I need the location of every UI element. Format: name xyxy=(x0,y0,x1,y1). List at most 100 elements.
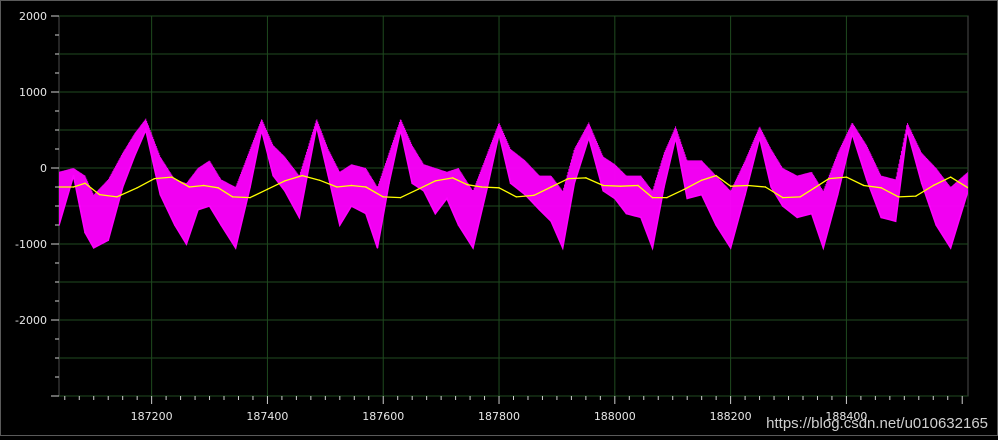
x-tick-labels: 187200 187400 187600 187800 188000 188200 1884… xyxy=(131,410,868,423)
series-2-point xyxy=(567,177,570,180)
series-1-point xyxy=(796,216,799,219)
series-2-point xyxy=(813,187,816,189)
series-1-point xyxy=(399,129,402,131)
series-2-point xyxy=(932,184,934,187)
series-2-point xyxy=(799,196,801,198)
series-1-point xyxy=(145,129,147,131)
x-tick-label: 187200 xyxy=(131,410,173,423)
series-1-point xyxy=(851,133,854,135)
series-2-point xyxy=(72,186,75,188)
series-1-point xyxy=(614,197,616,200)
series-1-point xyxy=(272,174,275,177)
series-2-point xyxy=(399,196,402,199)
series-2-point xyxy=(602,184,604,187)
series-2-point xyxy=(249,196,251,199)
series-2-point xyxy=(897,196,900,198)
series-2-point xyxy=(84,182,86,184)
series-2-point xyxy=(434,180,437,182)
series-1-point xyxy=(121,186,124,188)
series-2-point xyxy=(98,193,101,196)
series-1-point xyxy=(133,155,136,158)
y-tick-label: -2000 xyxy=(15,314,47,327)
series-2-point xyxy=(217,187,219,189)
series-1-point xyxy=(84,231,86,234)
series-2-point xyxy=(863,184,865,187)
series-2-point xyxy=(880,187,882,189)
series-1-point xyxy=(949,247,952,249)
series-1-point xyxy=(197,209,199,211)
series-2-point xyxy=(700,179,703,181)
series-1-point xyxy=(234,247,237,249)
series-2-point xyxy=(533,194,535,197)
series-1-point xyxy=(561,247,564,249)
series-1-point xyxy=(935,224,937,226)
series-1-point xyxy=(509,182,512,184)
series-1-point xyxy=(587,136,590,139)
series-2-point xyxy=(365,186,367,188)
series-2-point xyxy=(651,196,654,199)
series-2-point xyxy=(715,174,717,177)
series-2-point xyxy=(171,176,173,178)
watermark: https://blog.csdn.net/u010632165 xyxy=(766,415,988,432)
series-1-point xyxy=(894,220,897,222)
series-1-point xyxy=(663,186,665,188)
series-2-point xyxy=(452,177,454,179)
series-1-point xyxy=(315,125,318,127)
series-1-point xyxy=(434,212,437,215)
y-tick-label: 0 xyxy=(40,162,47,175)
series-1-point xyxy=(744,193,746,196)
chart-frame: 2000 1000 0 -1000 -2000 187200 187400 187600 18… xyxy=(0,0,998,436)
series-1-point xyxy=(249,186,251,188)
series-1-point xyxy=(729,247,732,249)
series-1-point xyxy=(880,216,882,219)
series-1-point xyxy=(602,190,605,192)
x-tick-label: 187800 xyxy=(478,410,520,423)
series-1-point xyxy=(411,182,413,184)
series-2-point xyxy=(153,177,156,180)
series-1-point xyxy=(651,247,654,249)
series-2-point xyxy=(350,184,353,187)
series-1-point xyxy=(457,224,460,226)
series-2-point xyxy=(747,184,749,187)
series-1-point xyxy=(339,224,341,226)
series-1-point xyxy=(906,129,909,131)
series-2-point xyxy=(949,176,952,178)
series-2-point xyxy=(585,177,587,179)
series-2-point xyxy=(515,196,518,198)
series-1-point xyxy=(674,136,677,139)
series-2-point xyxy=(301,174,303,177)
series-1-point xyxy=(327,174,330,177)
series-1-point xyxy=(376,247,379,249)
series-2-point xyxy=(284,180,286,182)
series-1-point xyxy=(472,247,474,249)
y-tick-label: 2000 xyxy=(19,10,47,23)
series-1-point xyxy=(810,212,813,215)
series-1-point xyxy=(781,205,784,207)
y-tick-label: 1000 xyxy=(19,86,47,99)
series-1-point xyxy=(72,174,75,177)
series-1-point xyxy=(365,212,367,215)
series-1-point xyxy=(770,186,772,188)
series-1-point xyxy=(625,212,628,215)
series-1-point xyxy=(538,209,541,211)
series-2-point xyxy=(417,188,419,190)
series-1-point xyxy=(967,190,968,192)
series-2-point xyxy=(764,186,767,188)
series-2-point xyxy=(382,196,384,198)
series-2-point xyxy=(231,196,234,198)
series-1-point xyxy=(865,178,868,181)
y-tick-labels: 2000 1000 0 -1000 -2000 xyxy=(15,10,47,327)
series-1-point xyxy=(208,205,211,207)
series-2-point xyxy=(782,196,784,199)
series-2-point xyxy=(915,195,917,197)
series-1-point xyxy=(498,133,500,135)
series-1-point xyxy=(260,129,263,131)
series-2-point xyxy=(729,185,732,187)
series-1-point xyxy=(640,216,642,219)
series-1-point xyxy=(159,193,162,196)
x-tick-label: 188000 xyxy=(594,410,636,423)
x-tick-label: 188200 xyxy=(710,410,752,423)
series-1-point xyxy=(836,193,839,196)
series-2-point xyxy=(480,186,483,188)
series-2-point xyxy=(336,186,338,188)
